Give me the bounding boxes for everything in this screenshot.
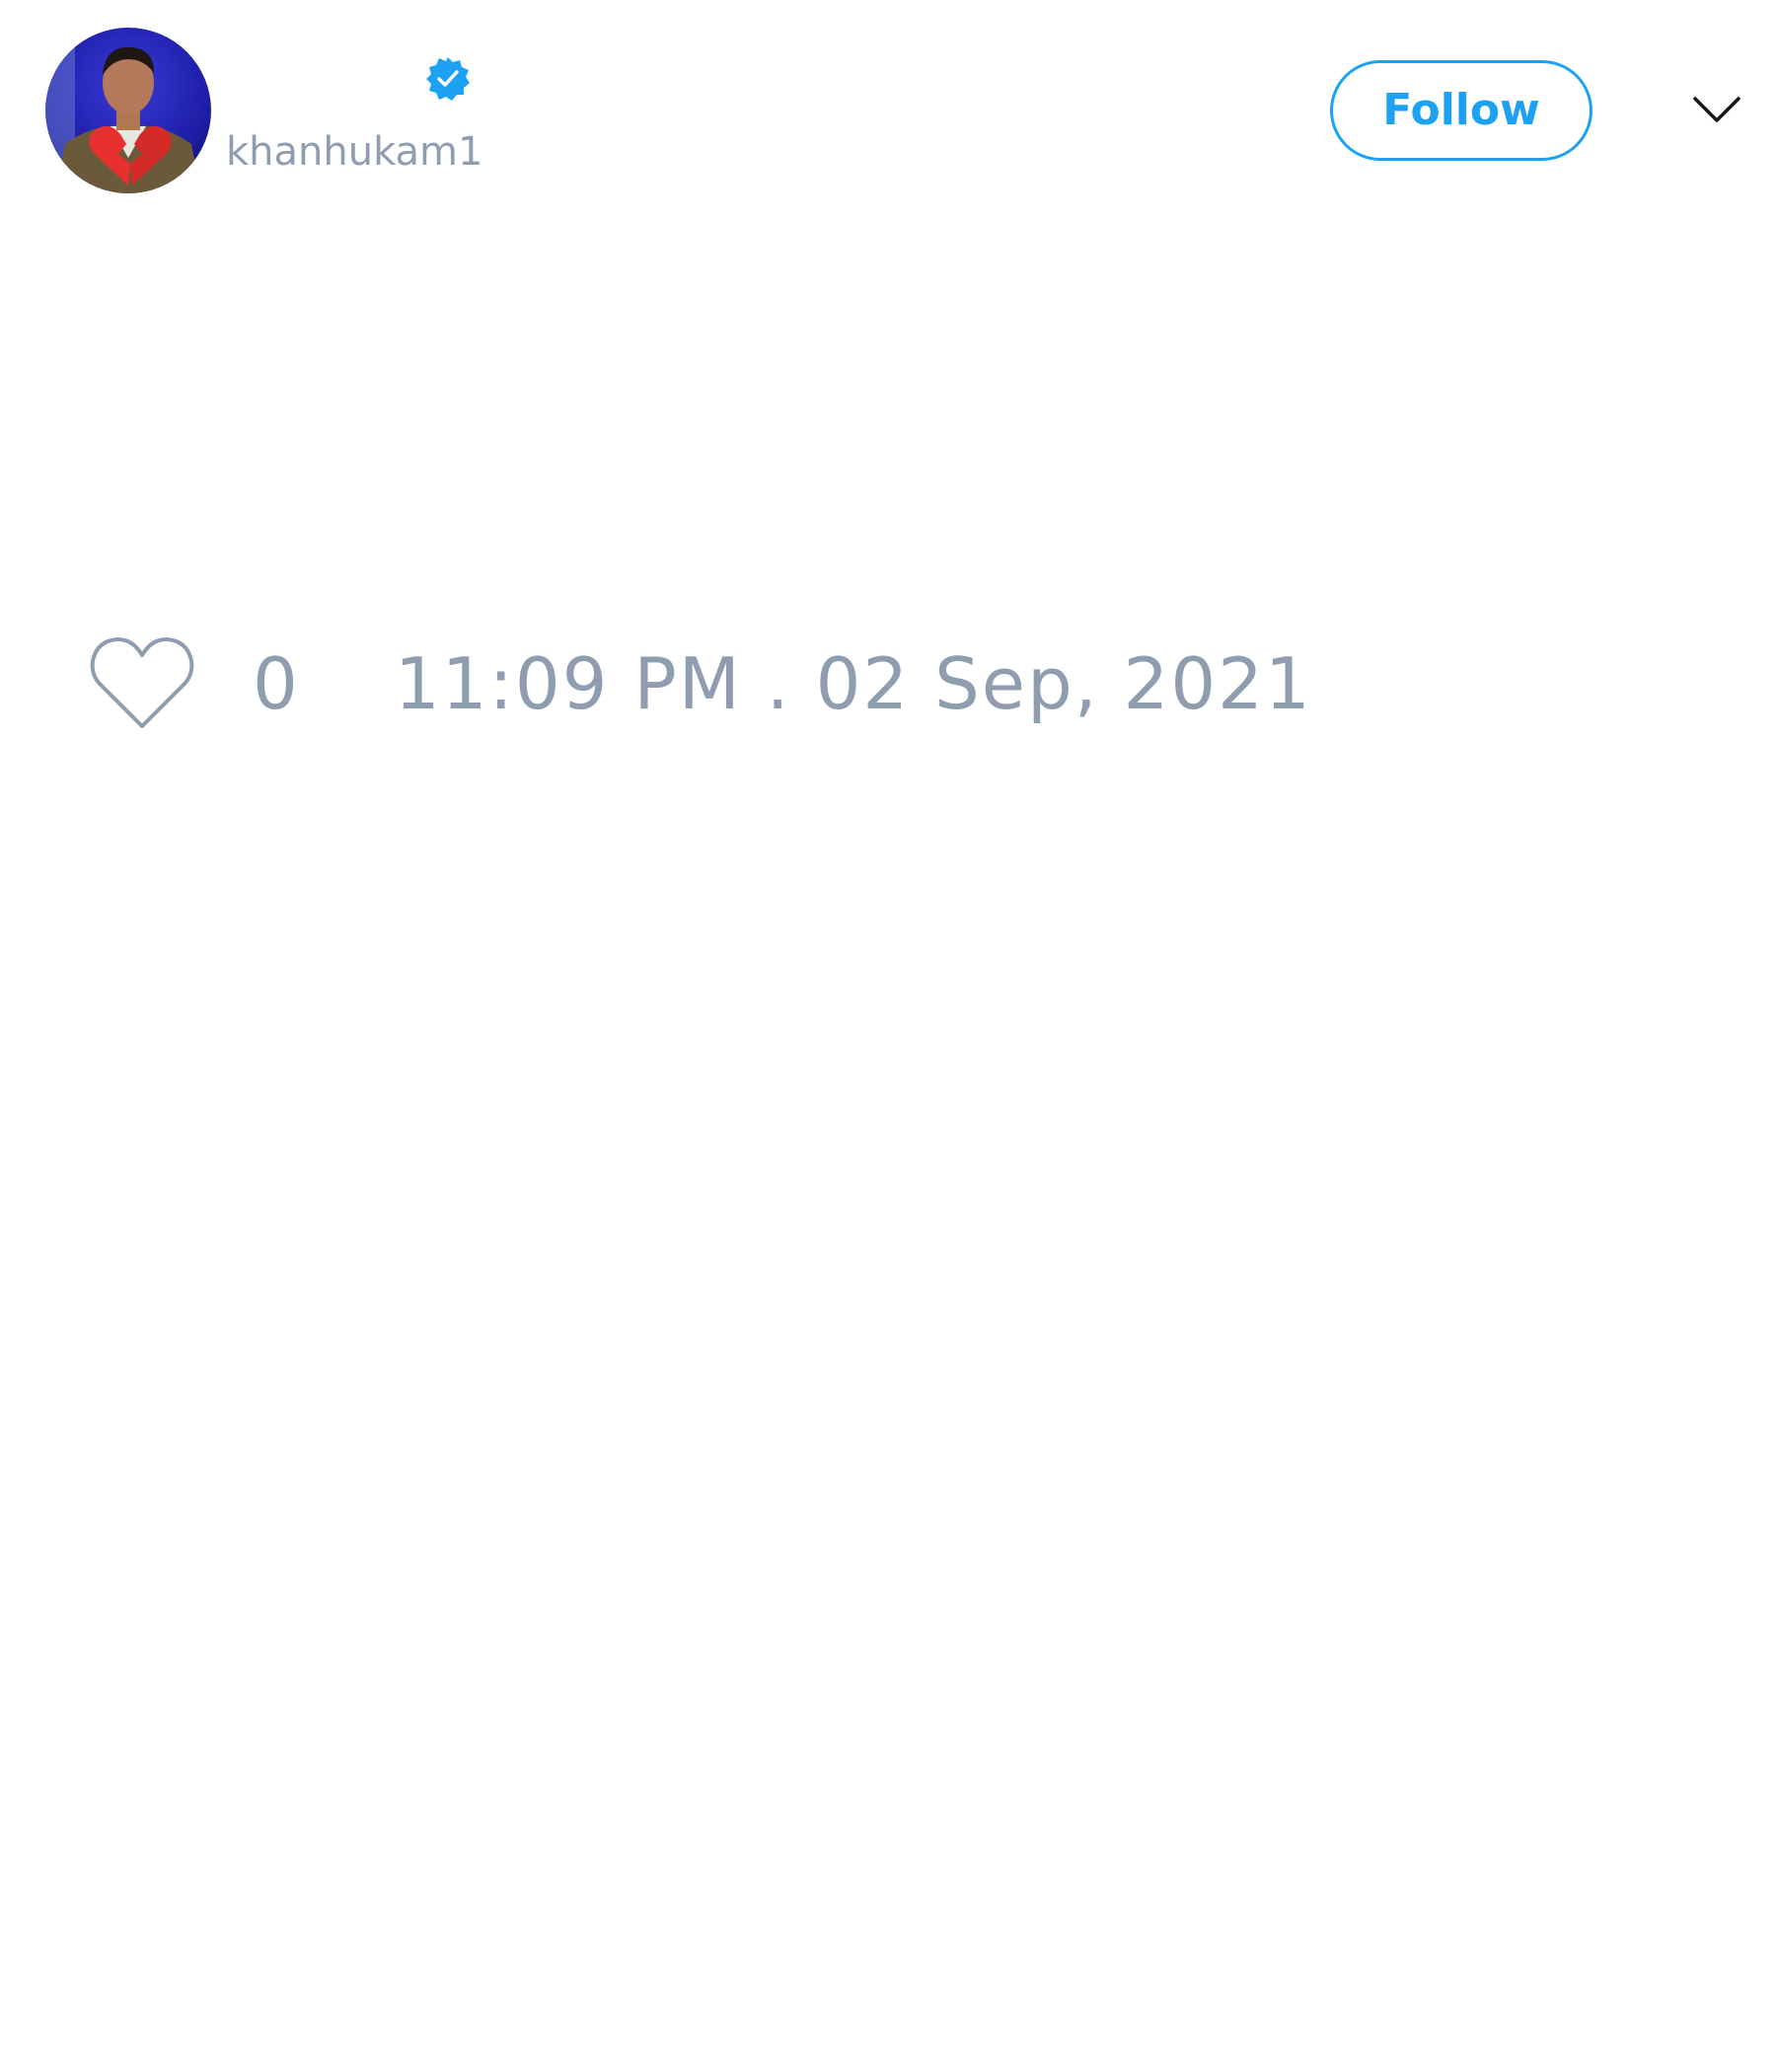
chevron-down-icon[interactable] [1691, 91, 1742, 130]
avatar[interactable] [45, 28, 211, 193]
verified-badge-icon [424, 55, 472, 103]
display-name[interactable] [227, 57, 414, 107]
tweet-card: khanhukam1 Follow 0 11:09 PM . 02 Sep, 2… [0, 0, 1776, 2072]
follow-button[interactable]: Follow [1330, 60, 1592, 161]
tweet-timestamp[interactable]: 11:09 PM . 02 Sep, 2021 [395, 641, 1312, 726]
like-count: 0 [253, 642, 298, 725]
user-handle[interactable]: khanhukam1 [226, 126, 482, 178]
heart-outline-icon[interactable] [89, 633, 195, 732]
